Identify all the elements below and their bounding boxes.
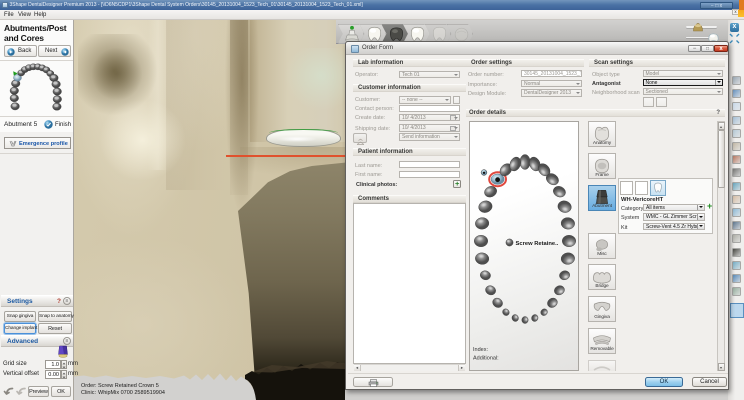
svg-text:Index:: Index:: [473, 347, 488, 353]
svg-text:Additional:: Additional:: [473, 356, 499, 362]
svg-text:Screw Retaine..: Screw Retaine..: [515, 241, 558, 247]
